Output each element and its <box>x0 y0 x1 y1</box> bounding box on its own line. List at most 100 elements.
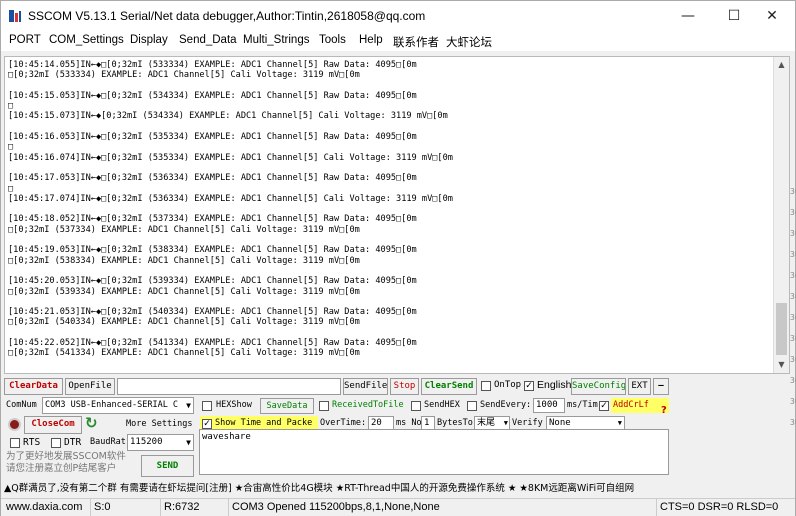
log-line: [10:45:19.053]IN←◆□[0;32mI (538334) EXAM… <box>8 245 417 256</box>
control-panel: ComNum COM3 USB-Enhanced-SERIAL C ▼ Clos… <box>4 397 790 481</box>
save-data-button[interactable]: SaveData <box>260 398 314 414</box>
menu-com-settings[interactable]: COM_Settings <box>49 34 124 46</box>
title-bar: SSCOM V5.13.1 Serial/Net data debugger,A… <box>1 1 795 31</box>
clear-send-button[interactable]: ClearSend <box>421 378 477 395</box>
send-every-checkbox[interactable] <box>467 401 477 411</box>
menu-forum[interactable]: 大虾论坛 <box>446 34 492 50</box>
background-text: 30 <box>790 313 796 322</box>
show-time-checkbox[interactable]: ✓ <box>202 419 212 429</box>
log-line: [10:45:16.074]IN←◆□[0;32mI (535334) EXAM… <box>8 152 453 163</box>
log-scrollbar[interactable]: ▲ ▼ <box>773 57 789 373</box>
log-line: □ <box>8 101 14 112</box>
ad-bar[interactable]: ▲Q群满员了,没有第二个群 有需要请在虾坛提问[注册] ★合宙高性价比4G模块 … <box>4 481 790 496</box>
chevron-down-icon: ▼ <box>186 401 191 410</box>
log-line: [10:45:22.052]IN←◆□[0;32mI (541334) EXAM… <box>8 338 417 349</box>
log-line: □[0;32mI (537334) EXAMPLE: ADC1 Channel[… <box>8 224 360 235</box>
background-text: 30 <box>790 334 796 343</box>
log-line: □ <box>8 142 14 153</box>
on-top-checkbox[interactable] <box>481 381 491 391</box>
send-hex-label: SendHEX <box>424 400 460 410</box>
verify-value: None <box>549 418 571 428</box>
status-website[interactable]: www.daxia.com <box>3 499 91 516</box>
log-line: □[0;32mI (541334) EXAMPLE: ADC1 Channel[… <box>8 348 360 359</box>
rts-checkbox[interactable] <box>10 438 20 448</box>
clear-data-button[interactable]: ClearData <box>4 378 63 395</box>
scroll-down-arrow-icon[interactable]: ▼ <box>774 357 789 373</box>
menu-port[interactable]: PORT <box>9 34 41 46</box>
background-text: 30 <box>790 250 796 259</box>
minimize-button[interactable]: — <box>665 1 711 31</box>
log-line: [10:45:17.053]IN←◆□[0;32mI (536334) EXAM… <box>8 173 417 184</box>
background-text: 30 <box>790 376 796 385</box>
help-question-icon[interactable]: ? <box>661 405 667 416</box>
collapse-button[interactable]: — <box>653 378 669 395</box>
promo-line-1[interactable]: 为了更好地发展SSCOM软件 <box>6 451 126 463</box>
scrollbar-thumb[interactable] <box>776 303 787 355</box>
menu-contact-author[interactable]: 联系作者 <box>393 34 439 50</box>
status-bar: www.daxia.com S:0 R:6732 COM3 Opened 115… <box>1 498 795 516</box>
ext-button[interactable]: EXT <box>628 378 651 395</box>
send-every-input[interactable]: 1000 <box>533 398 565 413</box>
log-line: □[0;32mI (533334) EXAMPLE: ADC1 Channel[… <box>8 70 360 81</box>
refresh-icon[interactable]: ↻ <box>85 414 98 432</box>
log-line: □[0;32mI (540334) EXAMPLE: ADC1 Channel[… <box>8 317 360 328</box>
menu-send-data[interactable]: Send_Data <box>179 34 237 46</box>
log-line: [10:45:14.055]IN←◆□[0;32mI (533334) EXAM… <box>8 60 417 70</box>
english-label: English <box>537 379 572 391</box>
log-line: □[0;32mI (539334) EXAMPLE: ADC1 Channel[… <box>8 286 360 297</box>
log-line: [10:45:21.053]IN←◆□[0;32mI (540334) EXAM… <box>8 307 417 318</box>
stop-button[interactable]: Stop <box>390 378 419 395</box>
send-every-label: SendEvery: <box>480 400 532 410</box>
log-line: [10:45:17.074]IN←◆□[0;32mI (536334) EXAM… <box>8 193 453 204</box>
send-file-button[interactable]: SendFile <box>343 378 388 395</box>
com-port-select[interactable]: COM3 USB-Enhanced-SERIAL C ▼ <box>42 397 194 414</box>
dtr-checkbox[interactable] <box>51 438 61 448</box>
sscom-window: SSCOM V5.13.1 Serial/Net data debugger,A… <box>0 0 796 516</box>
baud-rate-select[interactable]: 115200 ▼ <box>127 434 194 451</box>
hex-show-checkbox[interactable] <box>202 401 212 411</box>
hex-show-label: HEXShow <box>216 400 252 410</box>
received-to-file-checkbox[interactable] <box>319 401 329 411</box>
close-com-button[interactable]: CloseCom <box>24 416 82 434</box>
log-line: [10:45:20.053]IN←◆□[0;32mI (539334) EXAM… <box>8 276 417 287</box>
rts-label: RTS <box>23 437 41 448</box>
menu-display[interactable]: Display <box>130 34 168 46</box>
send-button[interactable]: SEND <box>141 455 194 477</box>
menu-help[interactable]: Help <box>359 34 383 46</box>
send-hex-checkbox[interactable] <box>411 401 421 411</box>
close-button[interactable]: ✕ <box>749 1 795 31</box>
log-lines: [10:45:14.055]IN←◆□[0;32mI (533334) EXAM… <box>8 60 768 359</box>
send-text-area[interactable]: waveshare <box>199 429 669 475</box>
receive-log[interactable]: [10:45:14.055]IN←◆□[0;32mI (533334) EXAM… <box>4 56 790 374</box>
background-text: 30 <box>790 418 796 427</box>
open-file-button[interactable]: OpenFile <box>65 378 115 395</box>
background-text: 30 <box>790 397 796 406</box>
file-toolbar: ClearData OpenFile SendFile Stop ClearSe… <box>4 378 790 395</box>
port-status-led-icon <box>8 418 21 431</box>
english-checkbox[interactable]: ✓ <box>524 381 534 391</box>
scroll-up-arrow-icon[interactable]: ▲ <box>774 57 789 73</box>
background-text: 30 <box>790 229 796 238</box>
promo-line-2[interactable]: 请您注册嘉立创P结尾客户 <box>6 463 116 475</box>
menu-bar: PORT COM_Settings Display Send_Data Mult… <box>1 31 795 51</box>
save-config-button[interactable]: SaveConfig <box>571 378 626 395</box>
on-top-label: OnTop <box>494 380 522 390</box>
log-line: □ <box>8 183 14 194</box>
com-num-label: ComNum <box>6 400 37 410</box>
more-settings-button[interactable]: More Settings <box>126 417 193 432</box>
background-text: 30 <box>790 271 796 280</box>
file-path-input[interactable] <box>117 378 341 395</box>
background-text: 30 <box>790 208 796 217</box>
menu-multi-strings[interactable]: Multi_Strings <box>243 34 309 46</box>
menu-tools[interactable]: Tools <box>319 34 346 46</box>
add-crlf-checkbox[interactable]: ✓ <box>599 401 609 411</box>
log-line: [10:45:15.073]IN←◆[0;32mI (534334) EXAMP… <box>8 111 448 122</box>
end-value: 末尾 <box>477 418 496 428</box>
received-to-file-label: ReceivedToFile <box>332 400 404 410</box>
chevron-down-icon: ▼ <box>186 438 191 447</box>
log-line: □[0;32mI (538334) EXAMPLE: ADC1 Channel[… <box>8 255 360 266</box>
